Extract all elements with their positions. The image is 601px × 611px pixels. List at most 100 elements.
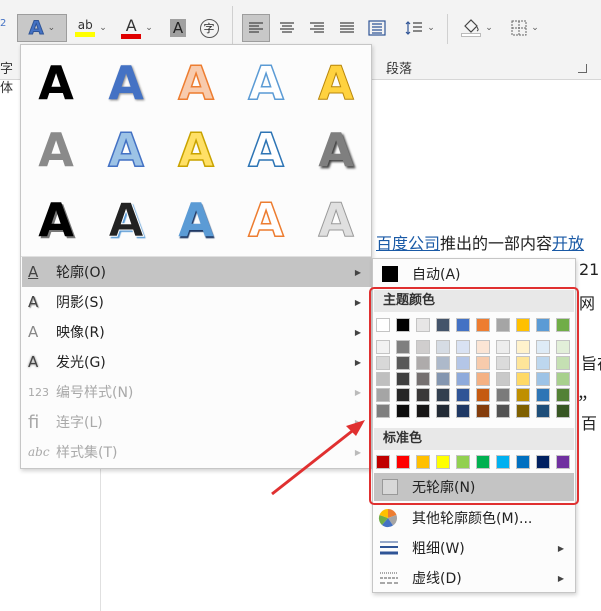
text-effects-button[interactable]: A ⌄ <box>17 14 67 42</box>
chevron-down-icon: ⌄ <box>47 23 56 33</box>
line-spacing-icon <box>405 21 423 35</box>
dash-style-icon <box>380 572 398 584</box>
doc-text: 推出的一部内容 <box>440 234 553 253</box>
text-art-style[interactable]: A <box>96 53 156 113</box>
doc-fragment: 网​ <box>579 294 596 313</box>
submenu-arrow-icon: ▶ <box>354 297 361 307</box>
chevron-down-icon: ⌄ <box>531 23 539 33</box>
text-art-style[interactable]: A <box>26 120 86 180</box>
line-weight-icon <box>380 541 398 555</box>
text-art-style[interactable]: A <box>26 190 86 250</box>
text-art-style[interactable]: A <box>96 190 156 250</box>
chevron-down-icon: ⌄ <box>145 23 153 33</box>
submenu-arrow-icon: ▶ <box>557 573 564 583</box>
borders-icon <box>511 20 527 36</box>
chevron-down-icon: ⌄ <box>427 23 435 33</box>
text-art-style[interactable]: A <box>306 190 366 250</box>
doc-fragment: 百 <box>581 414 598 433</box>
menu-item-label: 其他轮廓颜色(M)... <box>412 511 533 527</box>
stylistic-set-icon: abc <box>28 445 50 459</box>
highlight-color-button[interactable]: ab ⌄ <box>70 14 112 42</box>
font-color-icon: A <box>121 17 142 39</box>
menu-item-label: 编号样式(N) <box>56 385 134 401</box>
submenu-arrow-icon: ▶ <box>354 417 361 427</box>
stylistic-sets-menu-item[interactable]: abc 样式集(T) ▶ <box>22 437 371 467</box>
chevron-down-icon: ⌄ <box>485 23 493 33</box>
group-separator <box>447 14 448 44</box>
menu-item-label: 轮廓(O) <box>56 265 106 281</box>
superscript-button[interactable]: 2 <box>0 18 6 29</box>
doc-fragment: 21 <box>579 260 600 279</box>
glow-icon: A <box>28 353 39 371</box>
outline-menu-item[interactable]: A 轮廓(O) ▶ <box>22 257 371 287</box>
submenu-arrow-icon: ▶ <box>354 447 361 457</box>
automatic-color-swatch <box>382 266 398 282</box>
font-color-button[interactable]: A ⌄ <box>116 14 158 42</box>
doc-link-open[interactable]: 开放 <box>552 234 584 253</box>
menu-item-label: 自动(A) <box>412 267 461 283</box>
annotation-highlight-box <box>369 287 579 505</box>
shading-button[interactable]: ⌄ <box>456 14 498 42</box>
doc-fragment: 旨在 <box>581 354 601 373</box>
distributed-icon <box>368 20 386 36</box>
menu-item-label: 样式集(T) <box>56 445 118 461</box>
menu-item-label: 连字(L) <box>56 415 103 431</box>
enclose-characters-icon: 字 <box>199 18 219 38</box>
align-right-icon <box>310 22 324 33</box>
align-right-button[interactable] <box>303 14 331 42</box>
text-art-style[interactable]: A <box>236 190 296 250</box>
font-group-label: 字体 <box>0 62 14 96</box>
text-art-style[interactable]: A <box>166 53 226 113</box>
paint-bucket-icon <box>461 19 482 37</box>
reflection-icon: A <box>28 323 39 341</box>
align-center-icon <box>280 22 294 33</box>
align-center-button[interactable] <box>273 14 301 42</box>
ligatures-menu-item[interactable]: fi 连字(L) ▶ <box>22 407 371 437</box>
submenu-arrow-icon: ▶ <box>354 267 361 277</box>
text-art-style[interactable]: A <box>166 120 226 180</box>
more-outline-colors-item[interactable]: 其他轮廓颜色(M)... <box>374 503 574 533</box>
justify-icon <box>340 22 354 33</box>
glow-menu-item[interactable]: A 发光(G) ▶ <box>22 347 371 377</box>
paragraph-group-label: 段落 <box>386 62 413 77</box>
text-art-style[interactable]: A <box>306 120 366 180</box>
borders-button[interactable]: ⌄ <box>505 14 545 42</box>
menu-item-label: 虚线(D) <box>412 571 462 587</box>
text-effects-menu: A A A A A A A A A A A A A A A A 轮廓(O) ▶ … <box>20 44 372 469</box>
line-spacing-button[interactable]: ⌄ <box>400 14 440 42</box>
shadow-menu-item[interactable]: A 阴影(S) ▶ <box>22 287 371 317</box>
number-style-menu-item[interactable]: 123 编号样式(N) ▶ <box>22 377 371 407</box>
justify-button[interactable] <box>333 14 361 42</box>
weight-item[interactable]: 粗细(W) ▶ <box>374 533 574 563</box>
character-shading-icon: A <box>169 19 187 37</box>
submenu-arrow-icon: ▶ <box>354 387 361 397</box>
automatic-color-item[interactable]: 自动(A) <box>374 259 574 289</box>
ligature-icon: fi <box>28 411 40 433</box>
doc-link-baidu[interactable]: 百度公司 <box>376 234 440 253</box>
submenu-arrow-icon: ▶ <box>354 327 361 337</box>
distributed-button[interactable] <box>363 14 391 42</box>
text-art-style[interactable]: A <box>306 53 366 113</box>
text-effects-icon: A <box>28 17 44 40</box>
enclose-characters-button[interactable]: 字 <box>196 14 222 42</box>
outline-icon: A <box>28 263 39 281</box>
menu-item-label: 阴影(S) <box>56 295 104 311</box>
align-left-button[interactable] <box>242 14 270 42</box>
text-art-style[interactable]: A <box>236 53 296 113</box>
dashes-item[interactable]: 虚线(D) ▶ <box>374 563 574 593</box>
doc-fragment: ， <box>581 384 598 403</box>
align-left-icon <box>249 22 263 33</box>
menu-item-label: 映像(R) <box>56 325 105 341</box>
reflection-menu-item[interactable]: A 映像(R) ▶ <box>22 317 371 347</box>
highlighter-icon: ab <box>75 19 96 37</box>
text-art-style[interactable]: A <box>96 120 156 180</box>
text-art-style[interactable]: A <box>236 120 296 180</box>
paragraph-dialog-launcher[interactable] <box>578 64 587 73</box>
text-art-style[interactable]: A <box>26 53 86 113</box>
character-shading-button[interactable]: A <box>166 14 190 42</box>
text-art-gallery: A A A A A A A A A A A A A A A <box>21 45 371 257</box>
menu-item-label: 发光(G) <box>56 355 106 371</box>
submenu-arrow-icon: ▶ <box>354 357 361 367</box>
number-style-icon: 123 <box>28 385 49 399</box>
text-art-style[interactable]: A <box>166 190 226 250</box>
